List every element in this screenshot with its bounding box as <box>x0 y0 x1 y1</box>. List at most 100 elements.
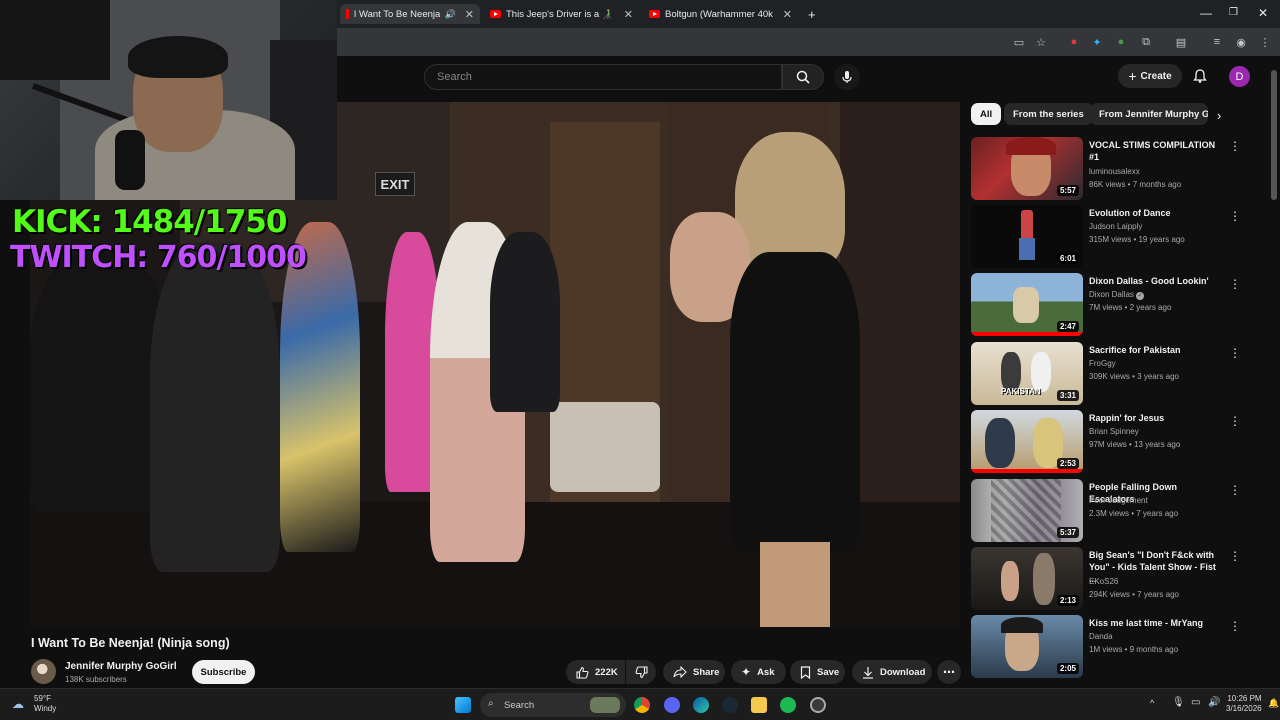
recommendation-title[interactable]: Rappin' for Jesus <box>1089 412 1224 424</box>
recommendation-title[interactable]: Sacrifice for Pakistan <box>1089 344 1224 356</box>
video-thumbnail[interactable]: 5:57 <box>971 137 1083 200</box>
voice-search-button[interactable] <box>834 64 860 90</box>
account-avatar[interactable]: D <box>1229 66 1250 87</box>
scrollbar-thumb[interactable] <box>1271 70 1277 200</box>
chevron-right-icon[interactable]: › <box>1217 108 1221 123</box>
recommendation-title[interactable]: VOCAL STIMS COMPILATION #1 <box>1089 139 1224 163</box>
recommendation-title[interactable]: Dixon Dallas - Good Lookin' <box>1089 275 1224 287</box>
video-thumbnail[interactable]: 2:53 <box>971 410 1083 473</box>
recommendation-item[interactable]: 5:37 People Falling Down Escalators Poor… <box>971 479 1251 543</box>
taskbar-clock[interactable]: 10:26 PM 3/16/2026 <box>1226 694 1262 714</box>
tab-neenja[interactable]: I Want To Be Neenja! (Ninja 🔊 ✕ <box>340 4 480 24</box>
recommendation-channel[interactable]: luminousalexx <box>1089 167 1140 176</box>
more-vertical-icon[interactable]: ⋮ <box>1229 619 1241 633</box>
more-vertical-icon[interactable]: ⋮ <box>1229 549 1241 563</box>
tab-jeep[interactable]: This Jeep's Driver is a 👨‍🦯 SMOO ✕ <box>484 4 639 24</box>
restore-icon[interactable]: ❐ <box>1229 7 1238 18</box>
more-vertical-icon[interactable]: ⋮ <box>1229 209 1241 223</box>
share-button[interactable]: Share <box>663 660 725 684</box>
tab-boltgun[interactable]: Boltgun (Warhammer 40k - Big ✕ <box>643 4 798 24</box>
recommendation-title[interactable]: Evolution of Dance <box>1089 207 1224 219</box>
extension-green-icon[interactable]: ● <box>1114 35 1128 49</box>
cast-icon[interactable]: ▭ <box>1012 35 1026 49</box>
search-button[interactable] <box>782 64 824 90</box>
edge-icon[interactable] <box>693 697 709 713</box>
video-thumbnail[interactable]: 6:01 <box>971 205 1083 268</box>
video-thumbnail[interactable]: 2:47 <box>971 273 1083 336</box>
taskbar-search[interactable]: ⌕ Search <box>480 693 626 717</box>
close-window-icon[interactable]: ✕ <box>1258 6 1268 20</box>
sidepanel-icon[interactable]: ▤ <box>1174 35 1188 49</box>
spotify-icon[interactable] <box>780 697 796 713</box>
obs-icon[interactable] <box>810 697 826 713</box>
tray-chevron-icon[interactable]: ^ <box>1150 698 1154 708</box>
chip-all[interactable]: All <box>971 103 1002 125</box>
extensions-puzzle-icon[interactable]: ⧉ <box>1139 35 1153 49</box>
minimize-icon[interactable]: — <box>1200 6 1212 20</box>
ask-button[interactable]: ✦ Ask <box>731 660 786 684</box>
recommendation-title[interactable]: Kiss me last time - MrYang <box>1089 617 1224 629</box>
steam-icon[interactable] <box>722 697 738 713</box>
video-thumbnail[interactable]: 5:37 <box>971 479 1083 542</box>
video-thumbnail[interactable]: 2:05 <box>971 615 1083 678</box>
extension-translate-icon[interactable]: ✦ <box>1090 35 1104 49</box>
file-explorer-icon[interactable] <box>751 697 767 713</box>
notifications-bell-icon[interactable] <box>1192 68 1208 84</box>
channel-name[interactable]: Jennifer Murphy GoGirl <box>65 661 177 672</box>
close-icon[interactable]: ✕ <box>783 8 792 21</box>
more-actions-button[interactable]: ⋯ <box>937 660 961 684</box>
more-vertical-icon[interactable]: ⋮ <box>1229 277 1241 291</box>
volume-icon[interactable]: 🔊 <box>1208 697 1220 708</box>
more-vertical-icon[interactable]: ⋮ <box>1229 346 1241 360</box>
windows-start-icon[interactable] <box>455 697 471 713</box>
network-icon[interactable]: ▭ <box>1191 697 1200 708</box>
create-button[interactable]: + Create <box>1118 64 1182 88</box>
recommendation-item[interactable]: 2:53 Rappin' for Jesus Brian Spinney 97M… <box>971 410 1251 474</box>
notification-bell-icon[interactable]: 🔔 <box>1268 698 1279 709</box>
recommendation-channel[interactable]: Dixon Dallas ✓ <box>1089 290 1145 300</box>
chrome-icon[interactable] <box>634 697 650 713</box>
recommendation-channel[interactable]: Poor Judgement <box>1089 496 1148 505</box>
microphone-tray-icon[interactable]: 🎙 <box>1172 697 1185 708</box>
like-button[interactable]: 222K <box>566 660 625 684</box>
search-input[interactable]: Search <box>424 64 782 90</box>
save-button[interactable]: Save <box>790 660 845 684</box>
media-icon[interactable]: ≡ <box>1210 35 1224 49</box>
extension-red-icon[interactable]: ● <box>1067 35 1081 49</box>
bookmark-star-icon[interactable]: ☆ <box>1034 35 1048 49</box>
download-button[interactable]: Download <box>852 660 932 684</box>
recommendation-item[interactable]: 2:47 Dixon Dallas - Good Lookin' Dixon D… <box>971 273 1251 337</box>
recommendation-channel[interactable]: Judson Laipply <box>1089 222 1142 231</box>
duration-badge: 5:37 <box>1056 527 1079 538</box>
recommendation-channel[interactable]: Danda <box>1089 632 1113 641</box>
recommendation-item[interactable]: 5:57 VOCAL STIMS COMPILATION #1 luminous… <box>971 137 1251 201</box>
video-thumbnail[interactable]: PAKISTAN 3:31 <box>971 342 1083 405</box>
recommendation-channel[interactable]: FroGgy <box>1089 359 1116 368</box>
more-vertical-icon[interactable]: ⋮ <box>1229 414 1241 428</box>
chip-from-series[interactable]: From the series <box>1004 103 1093 125</box>
video-thumbnail[interactable]: 2:13 <box>971 547 1083 610</box>
more-vertical-icon[interactable]: ⋮ <box>1229 483 1241 497</box>
close-icon[interactable]: ✕ <box>465 8 474 21</box>
recommendation-item[interactable]: 2:13 Big Sean's "I Don't F&ck with You" … <box>971 547 1251 611</box>
recommendation-item[interactable]: PAKISTAN 3:31 Sacrifice for Pakistan Fro… <box>971 342 1251 406</box>
chip-from-channel[interactable]: From Jennifer Murphy GoGirl <box>1090 103 1208 125</box>
page-scrollbar[interactable] <box>1271 60 1277 688</box>
discord-icon[interactable] <box>664 697 680 713</box>
new-tab-button[interactable]: + <box>802 4 822 24</box>
recommendation-item[interactable]: 6:01 Evolution of Dance Judson Laipply 3… <box>971 205 1251 269</box>
close-icon[interactable]: ✕ <box>624 8 633 21</box>
more-vertical-icon[interactable]: ⋮ <box>1229 139 1241 153</box>
channel-avatar[interactable] <box>31 659 56 684</box>
recommendation-channel[interactable]: EKoS26 <box>1089 577 1118 586</box>
dislike-button[interactable] <box>626 660 656 684</box>
weather-icon[interactable]: ☁ <box>12 697 24 711</box>
menu-dots-icon[interactable]: ⋮ <box>1258 35 1272 49</box>
speaker-icon[interactable]: 🔊 <box>445 9 456 20</box>
profile-icon[interactable]: ◉ <box>1234 35 1248 49</box>
recommendation-channel[interactable]: Brian Spinney <box>1089 427 1139 436</box>
recommendation-item[interactable]: 2:05 Kiss me last time - MrYang Danda 1M… <box>971 615 1251 679</box>
sparkle-icon: ✦ <box>741 665 752 679</box>
weather-widget[interactable]: 59°F Windy <box>34 694 56 714</box>
subscribe-button[interactable]: Subscribe <box>192 660 255 684</box>
